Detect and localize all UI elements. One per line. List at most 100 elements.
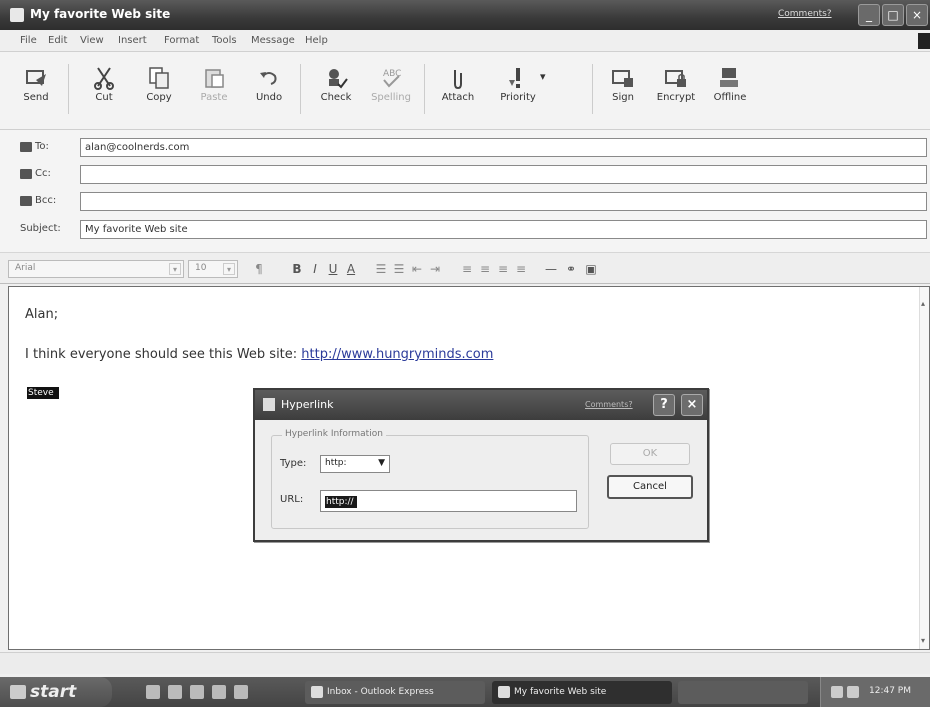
align-right-icon[interactable]: ≡	[494, 260, 512, 278]
italic-icon[interactable]: I	[306, 260, 324, 278]
menu-view[interactable]: View	[80, 35, 104, 46]
cut-button[interactable]: Cut	[78, 56, 130, 126]
close-button[interactable]: ×	[906, 4, 928, 26]
task-label: My favorite Web site	[514, 687, 607, 697]
hyperlink-information-group: Hyperlink Information Type: http: ▼ URL:…	[271, 429, 589, 529]
bcc-field[interactable]	[80, 192, 927, 211]
chevron-down-icon[interactable]: ▾	[169, 263, 181, 275]
menu-tools[interactable]: Tools	[212, 35, 237, 46]
compose-message-icon	[498, 686, 510, 698]
volume-icon[interactable]	[847, 686, 859, 698]
chevron-down-icon[interactable]: ▾	[223, 263, 235, 275]
quick-launch-mail-icon[interactable]	[146, 685, 160, 699]
address-book-icon[interactable]	[20, 169, 32, 179]
priority-button[interactable]: Priority ▾	[492, 56, 546, 126]
spelling-button[interactable]: ABC Spelling	[365, 56, 417, 126]
copy-button[interactable]: Copy	[133, 56, 185, 126]
subject-field[interactable]: My favorite Web site	[80, 220, 927, 239]
dialog-comments-link[interactable]: Comments?	[585, 400, 633, 409]
justify-icon[interactable]: ≡	[512, 260, 530, 278]
undo-button[interactable]: Undo	[243, 56, 295, 126]
quick-launch-browser-icon[interactable]	[168, 685, 182, 699]
paperclip-icon	[454, 70, 462, 90]
check-names-icon	[329, 69, 348, 89]
sign-button[interactable]: Sign	[597, 56, 649, 126]
attach-button[interactable]: Attach	[432, 56, 484, 126]
task-inbox[interactable]: Inbox - Outlook Express	[305, 681, 485, 704]
task-empty[interactable]	[678, 681, 808, 704]
vertical-scrollbar[interactable]: ▴ ▾	[919, 287, 929, 649]
help-button[interactable]: ?	[653, 394, 675, 416]
dialog-close-button[interactable]: ×	[681, 394, 703, 416]
comments-link[interactable]: Comments?	[778, 9, 832, 19]
paste-button[interactable]: Paste	[188, 56, 240, 126]
cc-label: Cc:	[35, 168, 51, 179]
bcc-row: Bcc:	[0, 188, 930, 214]
horizontal-line-icon[interactable]: —	[542, 260, 560, 278]
decrease-indent-icon[interactable]: ⇤	[408, 260, 426, 278]
to-field[interactable]: alan@coolnerds.com	[80, 138, 927, 157]
system-tray: 12:47 PM	[820, 677, 930, 707]
formatting-toolbar: Arial ▾ 10 ▾ ¶ B I U A ☰ ☰ ⇤ ⇥ ≡ ≡ ≡ ≡ —…	[0, 252, 930, 284]
offline-button[interactable]: Offline	[704, 56, 756, 126]
numbered-list-icon[interactable]: ☰	[372, 260, 390, 278]
menu-file[interactable]: File	[20, 35, 37, 46]
bold-icon[interactable]: B	[288, 260, 306, 278]
bullet-list-icon[interactable]: ☰	[390, 260, 408, 278]
insert-hyperlink-icon[interactable]: ⚭	[562, 260, 580, 278]
font-select[interactable]: Arial ▾	[8, 260, 184, 278]
scissors-icon	[94, 67, 114, 90]
menu-insert[interactable]: Insert	[118, 35, 147, 46]
quick-launch-outlook-icon[interactable]	[190, 685, 204, 699]
encrypt-button[interactable]: Encrypt	[650, 56, 702, 126]
body-hyperlink[interactable]: http://www.hungryminds.com	[301, 347, 493, 362]
paste-label: Paste	[200, 92, 228, 103]
paragraph-style-icon[interactable]: ¶	[250, 260, 268, 278]
menu-edit[interactable]: Edit	[48, 35, 67, 46]
start-button[interactable]: start	[0, 677, 112, 707]
send-button[interactable]: Send	[10, 56, 62, 126]
url-label: URL:	[280, 494, 304, 505]
copy-label: Copy	[146, 92, 172, 103]
cc-field[interactable]	[80, 165, 927, 184]
url-input[interactable]: http://	[320, 490, 577, 512]
font-size-select[interactable]: 10 ▾	[188, 260, 238, 278]
scroll-up-icon[interactable]: ▴	[921, 299, 925, 308]
align-left-icon[interactable]: ≡	[458, 260, 476, 278]
align-center-icon[interactable]: ≡	[476, 260, 494, 278]
font-value: Arial	[15, 263, 36, 273]
check-label: Check	[320, 92, 352, 103]
check-button[interactable]: Check	[310, 56, 362, 126]
selected-text[interactable]: Steve	[27, 387, 59, 399]
font-color-icon[interactable]: A	[342, 260, 360, 278]
address-book-icon[interactable]	[20, 142, 32, 152]
menu-format[interactable]: Format	[164, 35, 199, 46]
cut-label: Cut	[95, 92, 113, 103]
menu-help[interactable]: Help	[305, 35, 328, 46]
underline-icon[interactable]: U	[324, 260, 342, 278]
insert-picture-icon[interactable]: ▣	[582, 260, 600, 278]
type-select[interactable]: http: ▼	[320, 455, 390, 473]
menu-message[interactable]: Message	[251, 35, 295, 46]
chevron-down-icon[interactable]: ▼	[378, 458, 385, 468]
quick-launch-desktop-icon[interactable]	[212, 685, 226, 699]
priority-dropdown-icon[interactable]: ▾	[540, 70, 546, 83]
toolbar-separator	[592, 64, 593, 114]
subject-label: Subject:	[20, 223, 61, 234]
encrypt-icon	[665, 70, 686, 87]
quick-launch-media-icon[interactable]	[234, 685, 248, 699]
encrypt-label: Encrypt	[656, 92, 696, 103]
increase-indent-icon[interactable]: ⇥	[426, 260, 444, 278]
minimize-button[interactable]: _	[858, 4, 880, 26]
maximize-button[interactable]: □	[882, 4, 904, 26]
address-book-icon[interactable]	[20, 196, 32, 206]
cancel-button[interactable]: Cancel	[607, 475, 693, 499]
type-label: Type:	[280, 458, 307, 469]
task-compose[interactable]: My favorite Web site	[492, 681, 672, 704]
network-icon[interactable]	[831, 686, 843, 698]
ok-button[interactable]: OK	[610, 443, 690, 465]
cc-row: Cc:	[0, 161, 930, 187]
send-label: Send	[23, 92, 49, 103]
offline-label: Offline	[713, 92, 747, 103]
scroll-down-icon[interactable]: ▾	[921, 636, 925, 645]
